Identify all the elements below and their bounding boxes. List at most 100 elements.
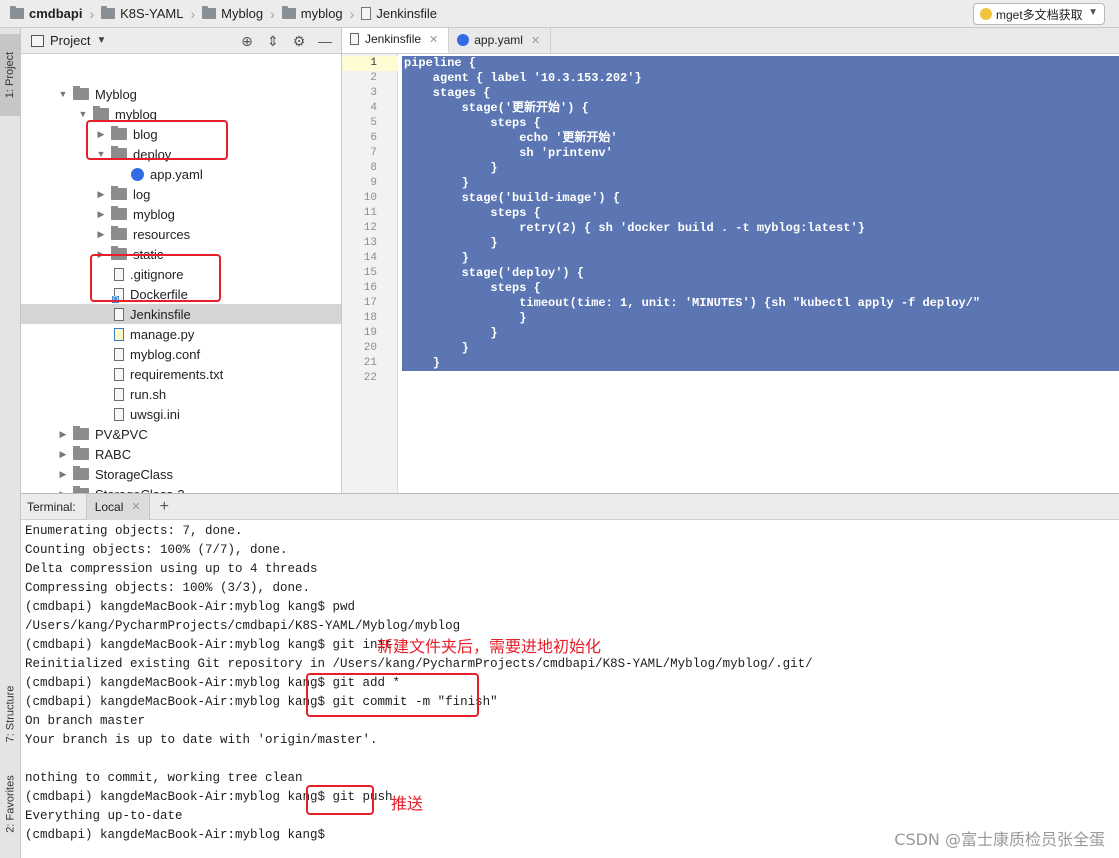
close-icon[interactable]: ✕ [531,34,540,47]
collapsed-arrow-icon[interactable]: ▶ [95,249,107,260]
tab-app-yaml[interactable]: app.yaml ✕ [449,28,552,53]
collapsed-arrow-icon[interactable]: ▶ [95,129,107,140]
terminal-line: (cmdbapi) kangdeMacBook-Air:myblog kang$ [25,828,326,842]
tree-item-label: requirements.txt [130,366,224,382]
add-terminal-icon[interactable]: + [160,498,169,516]
tree-item[interactable]: uwsgi.ini [21,404,341,424]
tree-item[interactable]: requirements.txt [21,364,341,384]
tree-item-label: log [133,186,151,202]
code-line: steps { [404,281,541,295]
tab-project[interactable]: 1: Project [0,34,21,116]
tree-item[interactable]: ▶ StorageClass [21,464,341,484]
tree-item[interactable]: ▶ static [21,244,341,264]
tab-jenkinsfile[interactable]: Jenkinsfile ✕ [342,28,450,53]
annotation-git-push: 推送 [391,794,424,813]
tree-item[interactable]: ▶ blog [21,124,341,144]
tree-item-label: .gitignore [130,266,184,282]
tree-item[interactable]: manage.py [21,324,341,344]
tree-item[interactable]: Dockerfile [21,284,341,304]
tree-item[interactable]: ▶ myblog [21,204,341,224]
minimize-icon[interactable]: — [317,33,333,49]
k8s-icon [131,167,144,181]
tab-label: Jenkinsfile [365,32,422,46]
terminal-line: (cmdbapi) kangdeMacBook-Air:myblog kang$… [25,600,356,614]
folder-icon [111,226,127,240]
collapsed-arrow-icon[interactable]: ▶ [57,449,69,460]
collapsed-arrow-icon[interactable]: ▶ [95,229,107,240]
collapsed-arrow-icon[interactable]: ▶ [57,429,69,440]
folder-icon [10,6,24,19]
collapsed-arrow-icon[interactable]: ▶ [95,209,107,220]
tree-item[interactable]: ▼ deploy [21,144,341,164]
expanded-arrow-icon[interactable]: ▼ [77,109,89,119]
terminal-tab-local[interactable]: Local ✕ [85,493,150,520]
file-icon [114,347,124,361]
tab-structure-label: 7: Structure [4,685,17,743]
tree-item-label: app.yaml [150,166,203,182]
breadcrumb-jenkinsfile[interactable]: Jenkinsfile [357,0,441,28]
folder-icon [111,186,127,200]
breadcrumb-myblog-root[interactable]: Myblog [198,0,267,28]
tree-item[interactable]: myblog.conf [21,344,341,364]
tree-item[interactable]: ▼ myblog [21,104,341,124]
code-area[interactable]: pipeline { agent { label '10.3.153.202'}… [398,54,1119,493]
tree-item-label: PV&PVC [95,426,148,442]
tab-favorites[interactable]: 2: Favorites [0,766,21,842]
terminal-line: Counting objects: 100% (7/7), done. [25,543,288,557]
code-line: retry(2) { sh 'docker build . -t myblog:… [404,221,865,235]
collapse-all-icon[interactable]: ⇕ [265,33,281,49]
tree-item[interactable]: ▶ PV&PVC [21,424,341,444]
expanded-arrow-icon[interactable]: ▼ [95,149,107,159]
tree-item[interactable]: ▶ log [21,184,341,204]
close-icon[interactable]: ✕ [131,500,140,513]
line-number: 6 [370,132,377,144]
breadcrumb-separator: › [190,5,196,22]
gear-icon[interactable]: ⚙ [291,33,307,49]
tree-item-label: RABC [95,446,132,462]
breadcrumb-myblog[interactable]: myblog [278,0,347,28]
project-panel-header: Project ▼ ⊕ ⇕ ⚙ — [21,28,341,54]
tree-item[interactable]: run.sh [21,384,341,404]
terminal-line: nothing to commit, working tree clean [25,771,303,785]
breadcrumb-cmdbapi[interactable]: cmdbapi [6,0,86,28]
annotation-git-init: 新建文件夹后，需要进地初始化 [377,637,602,656]
collapsed-arrow-icon[interactable]: ▶ [57,469,69,480]
tree-item-label: myblog [133,206,175,222]
tree-item[interactable]: .gitignore [21,264,341,284]
editor-tabs: Jenkinsfile ✕ app.yaml ✕ [342,28,1119,54]
code-line: steps { [404,206,541,220]
tree-item-label: blog [133,126,158,142]
tab-structure[interactable]: 7: Structure [0,676,21,752]
expanded-arrow-icon[interactable]: ▼ [57,89,69,99]
chevron-down-icon[interactable]: ▼ [96,35,106,46]
line-number: 5 [370,117,377,129]
code-line: timeout(time: 1, unit: 'MINUTES') {sh "k… [404,296,981,310]
terminal-line: Your branch is up to date with 'origin/m… [25,733,378,747]
code-line: stage('build-image') { [404,191,621,205]
code-line: } [404,341,469,355]
locate-icon[interactable]: ⊕ [239,33,255,49]
project-panel: Project ▼ ⊕ ⇕ ⚙ — ▼ Myblog ▼ myblog ▶ blog ▼ de… [21,28,342,493]
tree-item[interactable]: app.yaml [21,164,341,184]
tree-item[interactable]: ▶ RABC [21,444,341,464]
mget-button[interactable]: mget多文档获取 ▼ [973,3,1105,25]
k8s-icon [457,34,470,46]
tree-item[interactable]: Jenkinsfile [21,304,341,324]
folder-icon [101,6,116,19]
terminal-line: On branch master [25,714,146,728]
close-icon[interactable]: ✕ [429,33,438,46]
tree-item-label: static [133,246,164,262]
line-number-gutter: 1 2 3 4 5 6 7 8 9 10 11 12 13 14 15 16 17 18 19 20 21 22 [342,54,398,493]
collapsed-arrow-icon[interactable]: ▶ [95,189,107,200]
tree-item[interactable]: ▶StorageClass-2 [21,484,341,493]
code-line: } [404,371,412,385]
project-panel-title[interactable]: Project [50,33,90,48]
tree-item[interactable]: ▼ Myblog [21,84,341,104]
breadcrumb-separator: › [349,5,355,22]
breadcrumb-separator: › [270,5,275,22]
line-number: 3 [370,87,377,99]
line-number: 1 [370,57,377,69]
tree-item[interactable]: ▶ resources [21,224,341,244]
breadcrumb-k8s-yaml[interactable]: K8S-YAML [97,0,187,28]
terminal-line: (cmdbapi) kangdeMacBook-Air:myblog kang$… [25,790,393,804]
